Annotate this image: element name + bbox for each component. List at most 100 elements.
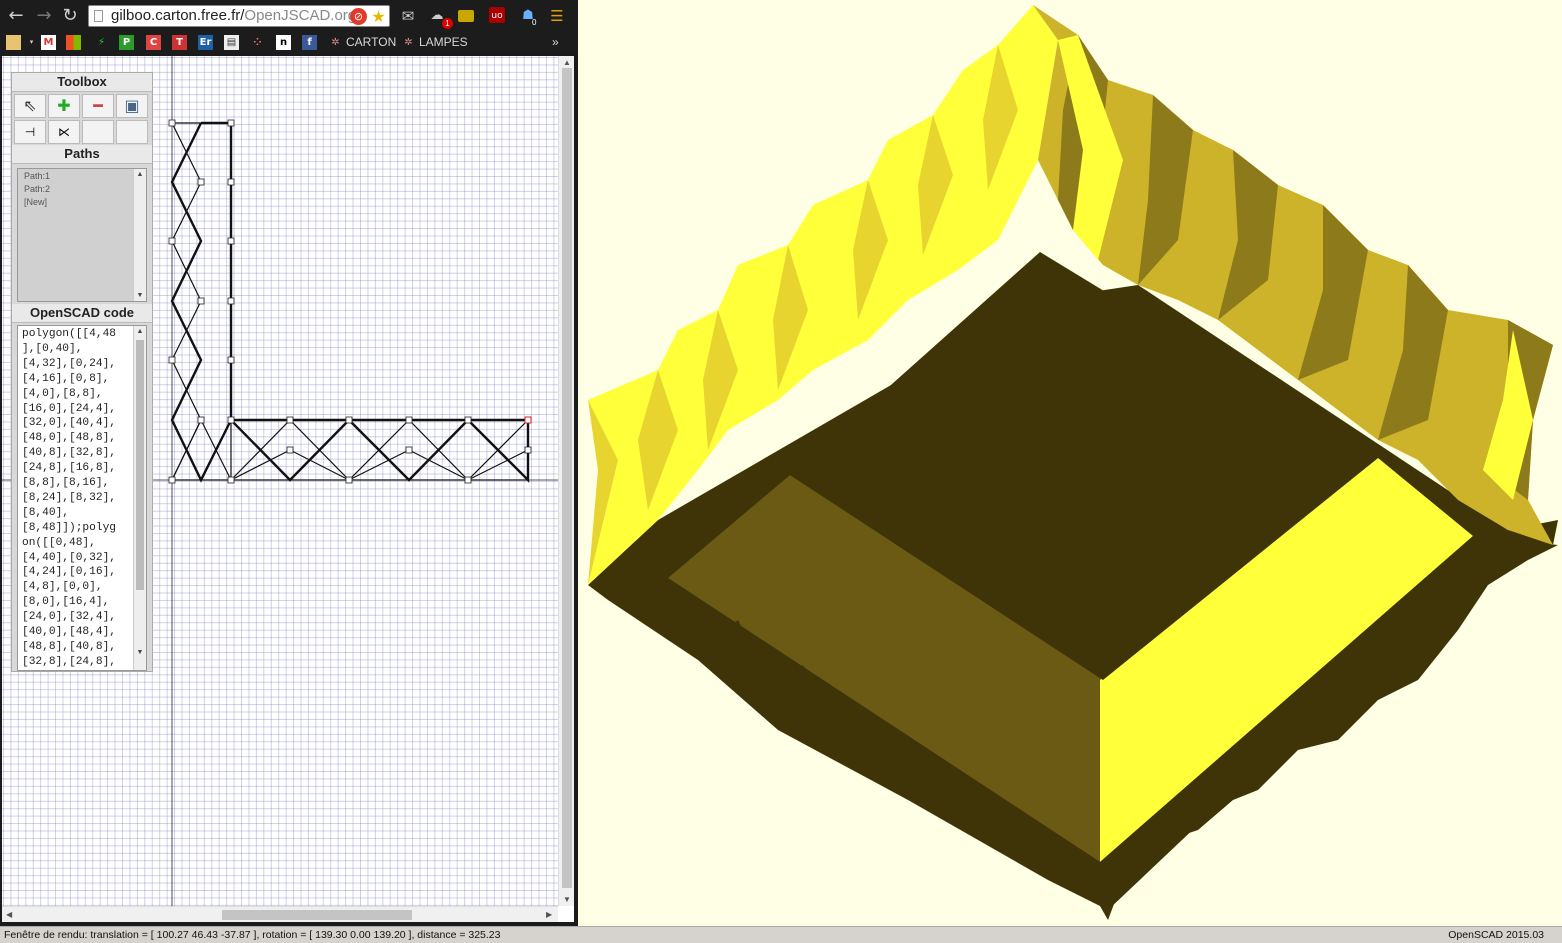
bookmark-n-icon[interactable]: n [276,35,291,50]
code-line: on([[0,48], [22,536,96,549]
empty-tool-slot-2 [116,120,148,144]
plus-icon: ✚ [57,96,71,115]
remove-point-button[interactable]: ━ [82,94,114,118]
code-line: [4,0],[8,8], [22,387,103,400]
page-scroll-left-icon[interactable]: ◀ [6,910,12,919]
mail-icon[interactable]: ✉ [399,7,417,25]
bookmark-carton[interactable]: CARTON [346,35,396,50]
page-scroll-up-icon[interactable]: ▲ [563,58,571,67]
paths-title: Paths [12,145,152,164]
page-vertical-scrollbar[interactable]: ▲ ▼ [558,56,574,906]
paths-list[interactable]: Path:1 Path:2 [New] ▲ ▼ [17,168,147,302]
url-host: gilboo.carton.free.fr/ [111,7,245,24]
facebook-icon[interactable]: f [302,35,317,50]
code-scrollbar[interactable]: ▲ ▼ [133,326,146,670]
bookmarks-bar: ▾ M ⚡ P C T Er ▤ ⁘ n f ✲ CARTON ✲ LAMPES… [0,32,578,54]
toolbox-panel: Toolbox ⇖ ✚ ━ ▣ ⊣ ⋉ Paths Path:1 Path:2 … [11,72,153,672]
url-path: OpenJSCAD.org [244,7,357,24]
ublock-icon[interactable]: uo [489,7,505,23]
bookmark-p-icon[interactable]: P [119,35,134,50]
scroll-down-icon[interactable]: ▼ [134,292,146,299]
menu-icon[interactable]: ☰ [548,7,566,25]
adblock-extension-icon[interactable]: ⊘ [350,8,367,25]
code-line: [16,0],[24,4], [22,402,116,415]
3d-model-render[interactable] [578,0,1562,926]
bookmark-star-icon[interactable]: ★ [370,8,387,25]
url-text: gilboo.carton.free.fr/OpenJSCAD.org [111,7,356,24]
path-item-1[interactable]: Path:1 [24,171,50,181]
image-tool-button[interactable]: ▣ [116,94,148,118]
bookmark-lampes[interactable]: LAMPES [419,35,468,50]
carton-bookmark-icon: ✲ [331,37,340,48]
bookmark-t-icon[interactable]: T [172,35,187,50]
forward-arrow-icon[interactable]: → [34,6,54,26]
code-line: [24,8],[16,8], [22,462,116,475]
empty-tool-slot [82,120,114,144]
cursor-arrow-icon: ⇖ [23,96,37,115]
code-line: [4,40],[0,32], [22,551,116,564]
windows-icon[interactable] [66,35,81,50]
code-line: [8,0],[16,4], [22,596,110,609]
select-tool-button[interactable]: ⇖ [14,94,46,118]
page-scroll-right-icon[interactable]: ▶ [546,910,552,919]
ext-counter: 0 [532,18,537,27]
code-line: [8,24],[8,32], [22,491,116,504]
openscad-code-textarea[interactable]: polygon([[4,48 ],[0,40], [4,32],[0,24], [4,… [17,325,147,671]
code-line: [48,0],[48,8], [22,432,116,445]
bookmark-c-icon[interactable]: C [146,35,161,50]
code-line: [24,0],[32,4], [22,611,116,624]
image-icon: ▣ [124,96,140,115]
bookmark-doc-icon[interactable]: ▤ [224,35,239,50]
page-scroll-down-icon[interactable]: ▼ [563,895,571,904]
gmail-icon[interactable]: M [41,35,56,50]
back-arrow-icon[interactable]: ← [6,6,26,26]
paths-scrollbar[interactable]: ▲ ▼ [133,169,146,301]
reload-icon[interactable]: ↻ [60,6,80,26]
code-line: polygon([[4,48 [22,328,116,340]
code-scroll-down-icon[interactable]: ▼ [134,649,146,656]
browser-toolbar: ← → ↻ gilboo.carton.free.fr/OpenJSCAD.or… [0,0,578,32]
code-line: [4,32],[0,24], [22,357,116,370]
split-segment-button[interactable]: ⊣ [14,120,46,144]
code-line: [8,40], [22,506,69,519]
page-horizontal-thumb[interactable] [222,910,412,920]
code-line: [32,8],[24,8], [22,655,116,668]
minus-icon: ━ [93,96,103,115]
code-line: [48,8],[40,8], [22,640,116,653]
segment-icon: ⊣ [24,125,36,139]
page-vertical-thumb[interactable] [562,68,572,888]
code-line: [4,16],[0,8], [22,372,110,385]
notification-badge: 1 [442,18,453,29]
page-icon [94,10,103,22]
code-line: [40,0],[48,4], [22,626,116,638]
bookmark-er-icon[interactable]: Er [198,35,213,50]
code-line: [4,24],[0,16], [22,566,116,579]
render-status-text: Fenêtre de rendu: translation = [ 100.27… [4,929,501,941]
code-title: OpenSCAD code [12,304,152,323]
code-line: [8,48]]);polyg [22,521,116,534]
version-text: OpenSCAD 2015.03 [1448,929,1544,941]
code-scroll-thumb[interactable] [136,340,144,590]
address-bar[interactable]: gilboo.carton.free.fr/OpenJSCAD.org ⊘ ★ [88,5,390,27]
feedly-icon[interactable]: ⚡ [94,35,109,50]
drawing-grid[interactable]: Toolbox ⇖ ✚ ━ ▣ ⊣ ⋉ Paths Path:1 Path:2 … [2,56,558,906]
scroll-up-icon[interactable]: ▲ [134,171,146,178]
bookmark-dots-icon[interactable]: ⁘ [250,35,265,50]
code-scroll-up-icon[interactable]: ▲ [134,328,146,335]
folder-icon[interactable] [6,35,21,50]
openscad-render-view[interactable] [578,0,1562,926]
chevron-down-icon[interactable]: ▾ [24,35,39,50]
add-point-button[interactable]: ✚ [48,94,80,118]
join-segment-button[interactable]: ⋉ [48,120,80,144]
code-line: ],[0,40], [22,342,83,355]
selected-vertex [524,416,532,424]
path-item-new[interactable]: [New] [24,197,47,207]
bookmarks-overflow[interactable]: » [552,35,559,50]
folder-extension-icon[interactable] [458,10,474,22]
toolbox-title: Toolbox [12,73,152,92]
browser-window: ← → ↻ gilboo.carton.free.fr/OpenJSCAD.or… [0,0,578,926]
code-line: [8,8],[8,16], [22,477,110,489]
page-horizontal-scrollbar[interactable]: ◀ ▶ [2,906,558,922]
status-bar: Fenêtre de rendu: translation = [ 100.27… [0,926,1562,943]
path-item-2[interactable]: Path:2 [24,184,50,194]
